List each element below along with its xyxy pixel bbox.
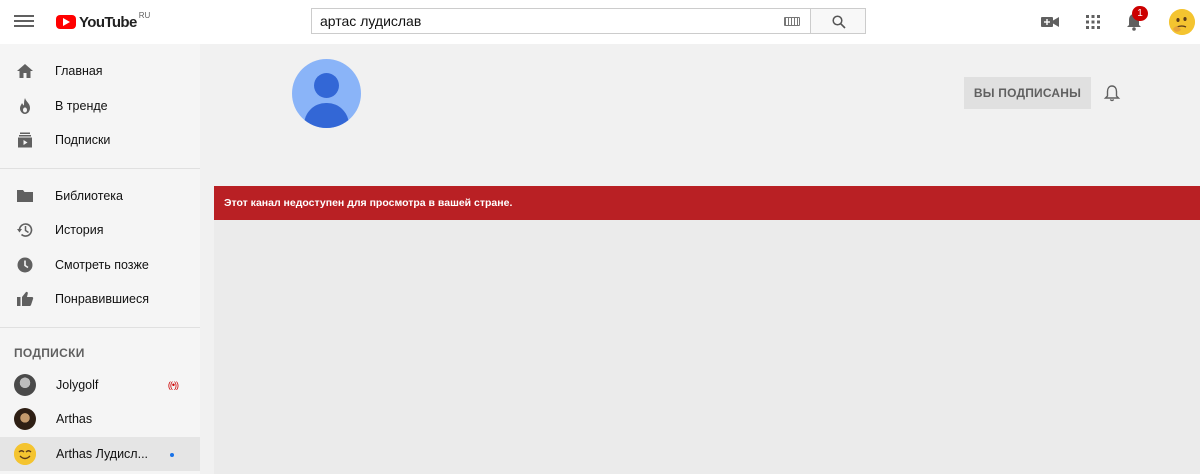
sidebar: Главная В тренде Подписки Библиотека Ист… — [0, 44, 200, 474]
top-bar: YouTube RU артас лудислав 1 — [0, 0, 1200, 44]
channel-content-area — [214, 220, 1200, 474]
divider — [0, 326, 200, 328]
menu-icon[interactable] — [14, 12, 34, 32]
search-icon — [832, 15, 846, 29]
sidebar-item-label: История — [55, 223, 104, 238]
play-logo-icon — [56, 15, 76, 29]
divider — [0, 167, 200, 169]
sidebar-item-liked[interactable]: Понравившиеся — [0, 282, 200, 317]
thumbs-up-icon — [17, 292, 34, 307]
new-content-dot — [170, 452, 174, 457]
logo-text: YouTube — [79, 13, 137, 31]
sidebar-item-label: Главная — [55, 64, 103, 79]
smiley-face-icon — [14, 442, 36, 465]
sidebar-item-history[interactable]: История — [0, 213, 200, 248]
user-avatar[interactable] — [1169, 9, 1195, 35]
home-icon — [17, 64, 33, 79]
channel-header: ВЫ ПОДПИСАНЫ — [200, 44, 1200, 172]
thinking-face-icon — [1169, 9, 1195, 35]
notification-bell-outline-icon[interactable] — [1103, 84, 1121, 102]
search-bar — [311, 8, 866, 34]
subscription-name: Jolygolf — [56, 377, 99, 392]
sidebar-item-library[interactable]: Библиотека — [0, 179, 200, 214]
logo-region: RU — [138, 11, 151, 20]
default-avatar-body — [304, 103, 349, 128]
channel-avatar — [14, 408, 36, 431]
sidebar-item-label: В тренде — [55, 98, 108, 113]
search-input[interactable] — [312, 9, 772, 33]
sidebar-item-label: Понравившиеся — [55, 292, 149, 307]
channel-avatar-large — [292, 59, 361, 128]
keyboard-icon[interactable] — [784, 17, 800, 26]
subscription-name: Arthas — [56, 412, 93, 427]
history-icon — [17, 223, 33, 238]
sidebar-item-watch-later[interactable]: Смотреть позже — [0, 248, 200, 283]
fire-icon — [20, 97, 30, 114]
subscription-item-arthas-ludislav[interactable]: Arthas Лудисл... — [0, 436, 200, 471]
search-box — [311, 8, 810, 34]
channel-unavailable-banner: Этот канал недоступен для просмотра в ва… — [214, 186, 1200, 220]
subscribed-button[interactable]: ВЫ ПОДПИСАНЫ — [964, 77, 1091, 109]
subscriptions-icon — [18, 132, 32, 148]
search-button[interactable] — [810, 8, 866, 34]
youtube-logo[interactable]: YouTube RU — [56, 11, 150, 33]
sidebar-item-label: Смотреть позже — [55, 257, 149, 272]
folder-icon — [17, 189, 33, 202]
live-indicator-icon: ((•)) — [167, 379, 179, 390]
sidebar-item-subscriptions[interactable]: Подписки — [0, 123, 200, 158]
sidebar-item-home[interactable]: Главная — [0, 54, 200, 89]
subscriptions-heading: ПОДПИСКИ — [14, 345, 85, 360]
sidebar-item-trending[interactable]: В тренде — [0, 89, 200, 124]
subscription-item-jolygolf[interactable]: Jolygolf ((•)) — [0, 368, 200, 403]
default-avatar-head — [314, 73, 339, 98]
sidebar-item-label: Библиотека — [55, 188, 123, 203]
channel-avatar — [14, 442, 36, 465]
apps-icon[interactable] — [1083, 12, 1103, 32]
create-video-icon[interactable] — [1040, 12, 1060, 32]
error-message: Этот канал недоступен для просмотра в ва… — [224, 197, 513, 209]
clock-icon — [17, 257, 33, 273]
channel-avatar — [14, 373, 36, 396]
subscription-name: Arthas Лудисл... — [56, 446, 149, 461]
sidebar-item-label: Подписки — [55, 133, 111, 148]
notification-count-badge: 1 — [1132, 6, 1148, 21]
subscription-item-arthas[interactable]: Arthas — [0, 402, 200, 437]
